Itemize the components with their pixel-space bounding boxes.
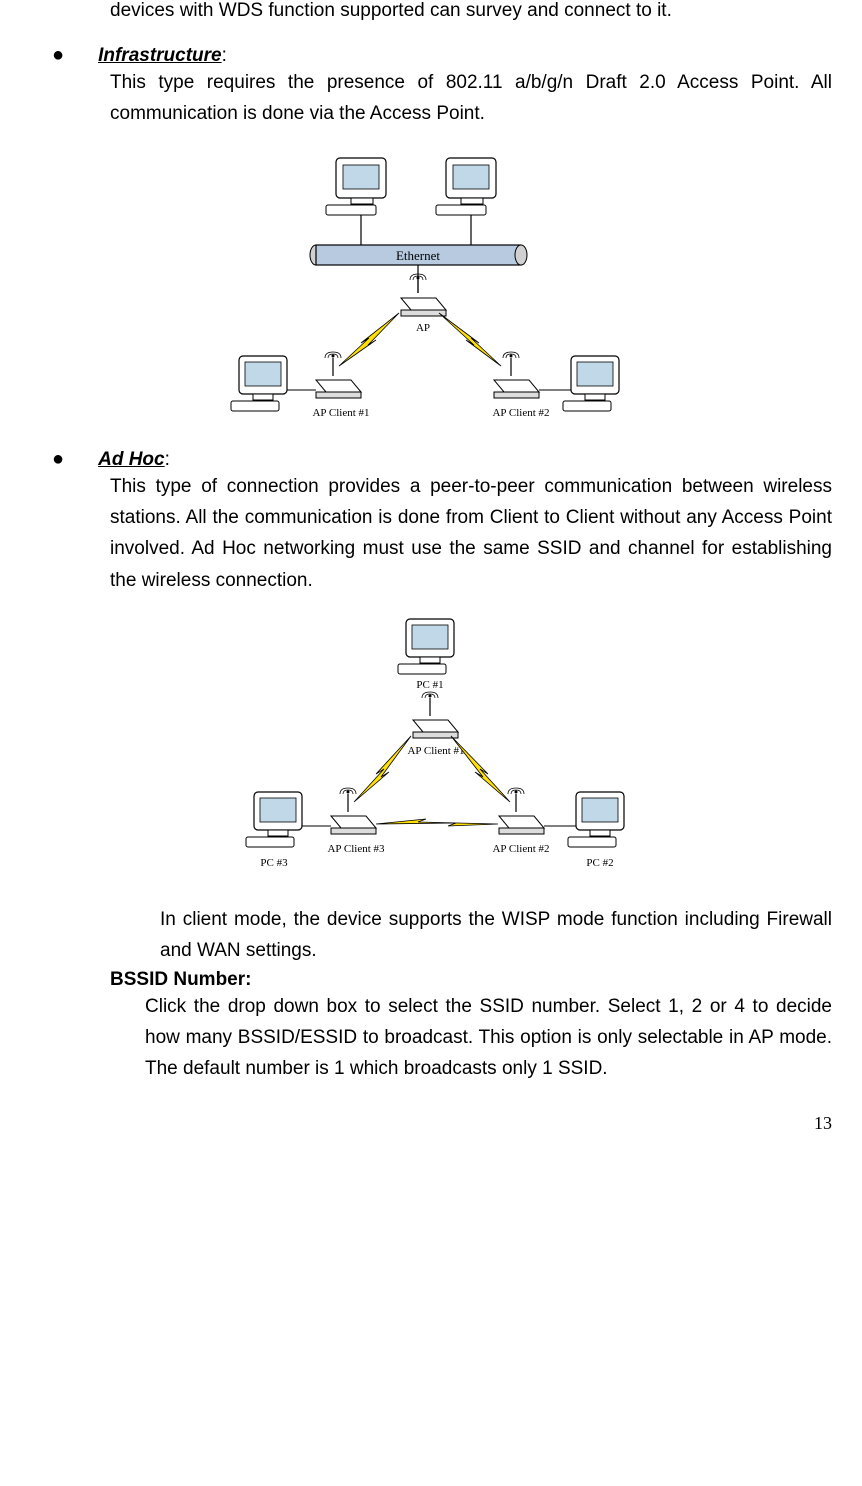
access-point-client-icon: AP Client #1 <box>407 720 464 757</box>
antenna-icon <box>422 692 438 716</box>
desktop-pc-icon <box>568 792 624 847</box>
client1-label: AP Client #1 <box>312 407 369 419</box>
adhoc-diagram: PC #1 AP Client #1 AP Client #3 <box>226 614 636 894</box>
client1-label: AP Client #1 <box>407 745 464 757</box>
wireless-signal-icon <box>376 819 498 826</box>
colon: : <box>222 45 227 66</box>
ap-label: AP <box>416 322 430 334</box>
infrastructure-body: This type requires the presence of 802.1… <box>110 67 832 130</box>
section-infrastructure: ● Infrastructure: This type requires the… <box>30 44 832 130</box>
pc1-label: PC #1 <box>416 679 443 691</box>
desktop-pc-icon <box>398 619 454 674</box>
infrastructure-title: Infrastructure <box>98 45 222 66</box>
page-content: devices with WDS function supported can … <box>0 0 862 1154</box>
wireless-signal-icon <box>451 736 510 802</box>
access-point-client-icon: AP Client #3 <box>327 816 385 855</box>
desktop-pc-icon <box>231 356 287 411</box>
antenna-icon <box>325 352 341 376</box>
desktop-pc-icon <box>563 356 619 411</box>
wireless-signal-icon <box>339 313 399 366</box>
pc2-label: PC #2 <box>586 857 613 869</box>
access-point-client-icon: AP Client #2 <box>492 816 549 855</box>
wireless-signal-icon <box>439 313 501 366</box>
access-point-icon: AP <box>401 298 446 334</box>
client2-label: AP Client #2 <box>492 843 549 855</box>
bullet-icon: ● <box>52 44 64 67</box>
infrastructure-diagram: Ethernet AP AP Client #1 <box>221 148 641 438</box>
client3-label: AP Client #3 <box>327 843 385 855</box>
ethernet-bus-icon: Ethernet <box>310 245 527 265</box>
section-adhoc: ● Ad Hoc: This type of connection provid… <box>30 448 832 596</box>
adhoc-title: Ad Hoc <box>98 449 165 470</box>
client2-label: AP Client #2 <box>492 407 549 419</box>
bssid-title: BSSID Number: <box>110 969 832 991</box>
access-point-client-icon: AP Client #1 <box>312 380 369 419</box>
pc3-label: PC #3 <box>260 857 288 869</box>
top-paragraph: devices with WDS function supported can … <box>110 0 832 22</box>
bullet-icon: ● <box>52 448 64 471</box>
antenna-icon <box>340 788 356 812</box>
ethernet-label: Ethernet <box>396 248 440 263</box>
adhoc-body: This type of connection provides a peer-… <box>110 471 832 596</box>
antenna-icon <box>410 274 426 293</box>
adhoc-sub-body: In client mode, the device supports the … <box>160 904 832 967</box>
colon: : <box>165 449 170 470</box>
bssid-body: Click the drop down box to select the SS… <box>145 991 832 1085</box>
access-point-client-icon: AP Client #2 <box>492 380 549 419</box>
antenna-icon <box>508 788 524 812</box>
wireless-signal-icon <box>354 736 411 802</box>
antenna-icon <box>503 352 519 376</box>
page-number: 13 <box>30 1113 832 1134</box>
desktop-pc-icon <box>436 158 496 215</box>
desktop-pc-icon <box>246 792 302 847</box>
desktop-pc-icon <box>326 158 386 215</box>
